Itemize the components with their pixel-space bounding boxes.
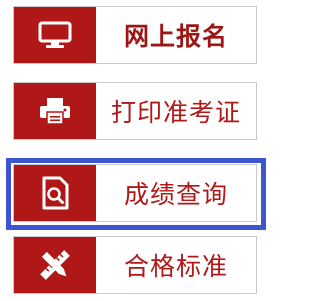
menu-item-label: 合格标准 bbox=[123, 252, 228, 281]
menu-item-score-query[interactable]: 成绩查询 bbox=[13, 164, 257, 222]
icon-tile bbox=[14, 83, 96, 139]
menu-item-label: 成绩查询 bbox=[123, 180, 228, 209]
icon-tile bbox=[14, 165, 96, 221]
menu-item-online-registration[interactable]: 网上报名 bbox=[13, 6, 257, 64]
monitor-icon bbox=[38, 21, 72, 48]
icon-tile bbox=[14, 237, 96, 293]
menu-item-label: 网上报名 bbox=[123, 22, 228, 51]
printer-icon bbox=[40, 98, 70, 125]
menu-item-print-admission-ticket[interactable]: 打印准考证 bbox=[13, 82, 257, 140]
search-document-icon bbox=[42, 176, 69, 210]
ruler-pencil-icon bbox=[40, 250, 70, 280]
menu-item-label: 打印准考证 bbox=[110, 98, 241, 127]
menu-item-passing-standard[interactable]: 合格标准 bbox=[13, 236, 257, 294]
icon-tile bbox=[14, 7, 96, 63]
